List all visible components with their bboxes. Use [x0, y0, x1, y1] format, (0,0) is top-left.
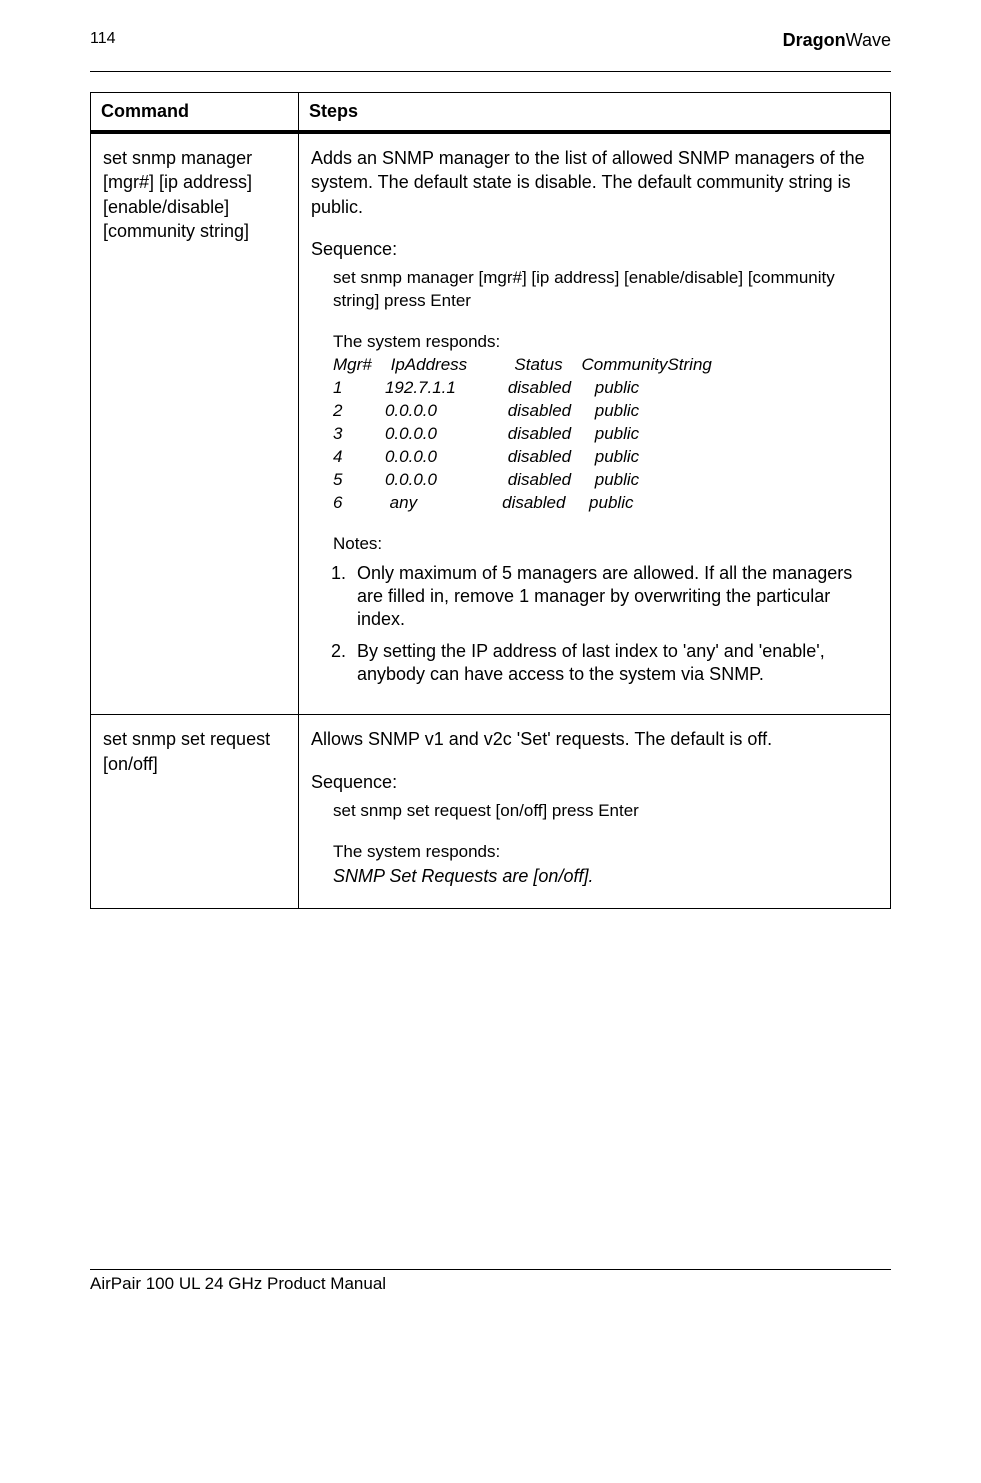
- sequence-label: Sequence:: [311, 770, 878, 794]
- page-number: 114: [90, 30, 116, 51]
- header-row: 114 DragonWave: [90, 30, 891, 51]
- responds-label: The system responds:: [333, 841, 878, 864]
- brand-bold: Dragon: [783, 30, 846, 50]
- col-header-steps: Steps: [299, 93, 891, 133]
- notes-list: Only maximum of 5 managers are allowed. …: [311, 562, 878, 687]
- command-cell: set snmp manager [mgr#] [ip address] [en…: [91, 132, 299, 715]
- note-item: By setting the IP address of last index …: [351, 640, 878, 687]
- response-line: 5 0.0.0.0 disabled public: [333, 469, 878, 492]
- table-row: set snmp manager [mgr#] [ip address] [en…: [91, 132, 891, 715]
- steps-intro: Allows SNMP v1 and v2c 'Set' requests. T…: [311, 727, 878, 751]
- header-divider: [90, 71, 891, 72]
- brand-rest: Wave: [846, 30, 891, 50]
- steps-cell: Adds an SNMP manager to the list of allo…: [299, 132, 891, 715]
- response-line: 2 0.0.0.0 disabled public: [333, 400, 878, 423]
- response-line: Mgr# IpAddress Status CommunityString: [333, 354, 878, 377]
- response-line: 6 any disabled public: [333, 492, 878, 515]
- response-line: 1 192.7.1.1 disabled public: [333, 377, 878, 400]
- responds-label: The system responds:: [333, 331, 878, 354]
- steps-cell: Allows SNMP v1 and v2c 'Set' requests. T…: [299, 715, 891, 909]
- notes-label: Notes:: [333, 533, 878, 556]
- command-cell: set snmp set request [on/off]: [91, 715, 299, 909]
- response-line: 3 0.0.0.0 disabled public: [333, 423, 878, 446]
- note-item: Only maximum of 5 managers are allowed. …: [351, 562, 878, 632]
- sequence-text: set snmp set request [on/off] press Ente…: [333, 800, 878, 823]
- steps-intro: Adds an SNMP manager to the list of allo…: [311, 146, 878, 219]
- page-content: 114 DragonWave Command Steps set snmp ma…: [0, 0, 981, 1324]
- sequence-label: Sequence:: [311, 237, 878, 261]
- table-header-row: Command Steps: [91, 93, 891, 133]
- footer: AirPair 100 UL 24 GHz Product Manual: [90, 1269, 891, 1294]
- footer-text: AirPair 100 UL 24 GHz Product Manual: [90, 1274, 386, 1293]
- command-table: Command Steps set snmp manager [mgr#] [i…: [90, 92, 891, 909]
- table-row: set snmp set request [on/off] Allows SNM…: [91, 715, 891, 909]
- brand-name: DragonWave: [783, 30, 891, 51]
- response-line: 4 0.0.0.0 disabled public: [333, 446, 878, 469]
- col-header-command: Command: [91, 93, 299, 133]
- response-line: SNMP Set Requests are [on/off].: [333, 864, 878, 888]
- sequence-text: set snmp manager [mgr#] [ip address] [en…: [333, 267, 878, 313]
